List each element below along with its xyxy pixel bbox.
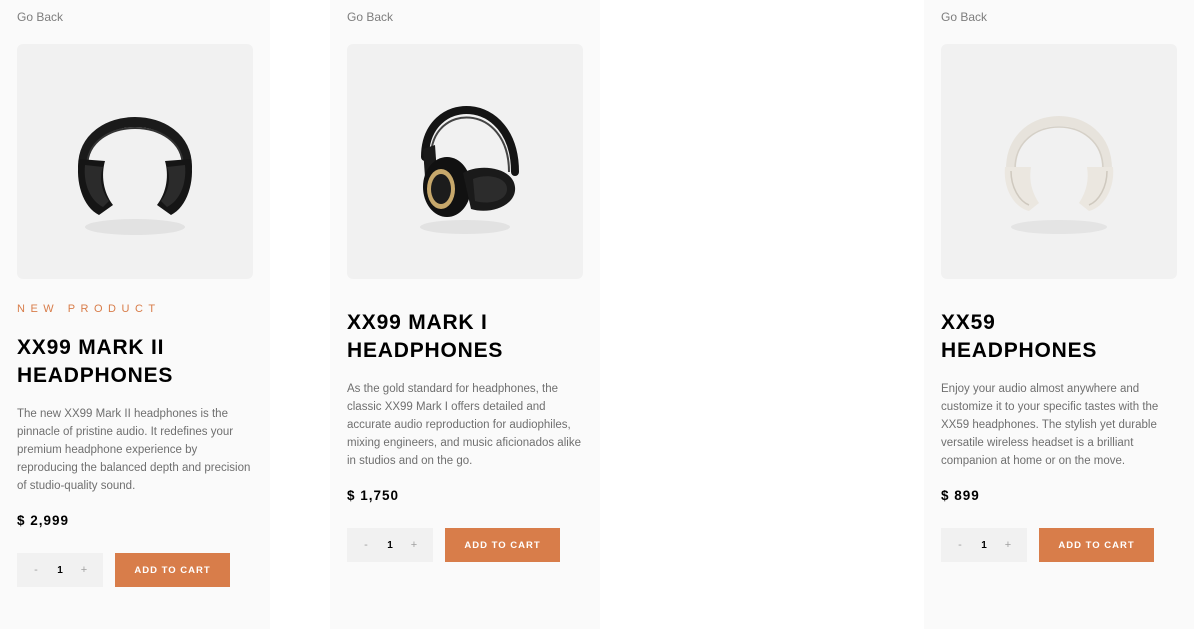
add-to-cart-button[interactable]: ADD TO CART	[115, 553, 230, 587]
decrease-quantity-button[interactable]: -	[31, 564, 41, 576]
headphones-icon	[77, 116, 193, 235]
product-card-xx99-mark-ii: Go Back NEW PRODUCT XX99 MARK II HEADPHO…	[0, 0, 270, 629]
product-title-line-2: HEADPHONES	[347, 339, 504, 362]
quantity-value: 1	[57, 564, 63, 576]
add-to-cart-button[interactable]: ADD TO CART	[1039, 528, 1154, 562]
new-product-label: NEW PRODUCT	[17, 303, 161, 315]
decrease-quantity-button[interactable]: -	[361, 539, 371, 551]
product-title-line-1: XX59	[941, 311, 996, 334]
product-title: XX99 MARK I HEADPHONES	[347, 309, 583, 365]
product-description: Enjoy your audio almost anywhere and cus…	[941, 383, 1159, 467]
headphones-icon	[1004, 115, 1114, 234]
product-title-line-1: XX99 MARK II	[17, 336, 165, 359]
quantity-stepper: - 1 +	[941, 528, 1027, 562]
product-price: $ 899	[941, 488, 980, 503]
product-title: XX59 HEADPHONES	[941, 309, 1177, 365]
quantity-stepper: - 1 +	[17, 553, 103, 587]
product-title: XX99 MARK II HEADPHONES	[17, 334, 253, 390]
product-title-line-2: HEADPHONES	[941, 339, 1098, 362]
headphones-icon	[420, 105, 519, 234]
product-price: $ 2,999	[17, 513, 70, 528]
go-back-link[interactable]: Go Back	[17, 10, 63, 24]
increase-quantity-button[interactable]: +	[1003, 539, 1013, 551]
product-image	[17, 44, 253, 279]
product-price: $ 1,750	[347, 488, 400, 503]
product-card-xx59: Go Back XX59 HEADPHONES Enjoy your audio…	[924, 0, 1194, 629]
add-to-cart-button[interactable]: ADD TO CART	[445, 528, 560, 562]
product-card-xx99-mark-i: Go Back XX99 MARK I HEADPHONES As the go…	[330, 0, 600, 629]
go-back-link[interactable]: Go Back	[941, 10, 987, 24]
quantity-value: 1	[981, 539, 987, 551]
quantity-stepper: - 1 +	[347, 528, 433, 562]
product-description: The new XX99 Mark II headphones is the p…	[17, 408, 251, 492]
go-back-link[interactable]: Go Back	[347, 10, 393, 24]
increase-quantity-button[interactable]: +	[409, 539, 419, 551]
product-image	[941, 44, 1177, 279]
product-image	[347, 44, 583, 279]
decrease-quantity-button[interactable]: -	[955, 539, 965, 551]
product-title-line-1: XX99 MARK I	[347, 311, 488, 334]
product-description: As the gold standard for headphones, the…	[347, 383, 581, 467]
increase-quantity-button[interactable]: +	[79, 564, 89, 576]
product-title-line-2: HEADPHONES	[17, 364, 174, 387]
quantity-value: 1	[387, 539, 393, 551]
